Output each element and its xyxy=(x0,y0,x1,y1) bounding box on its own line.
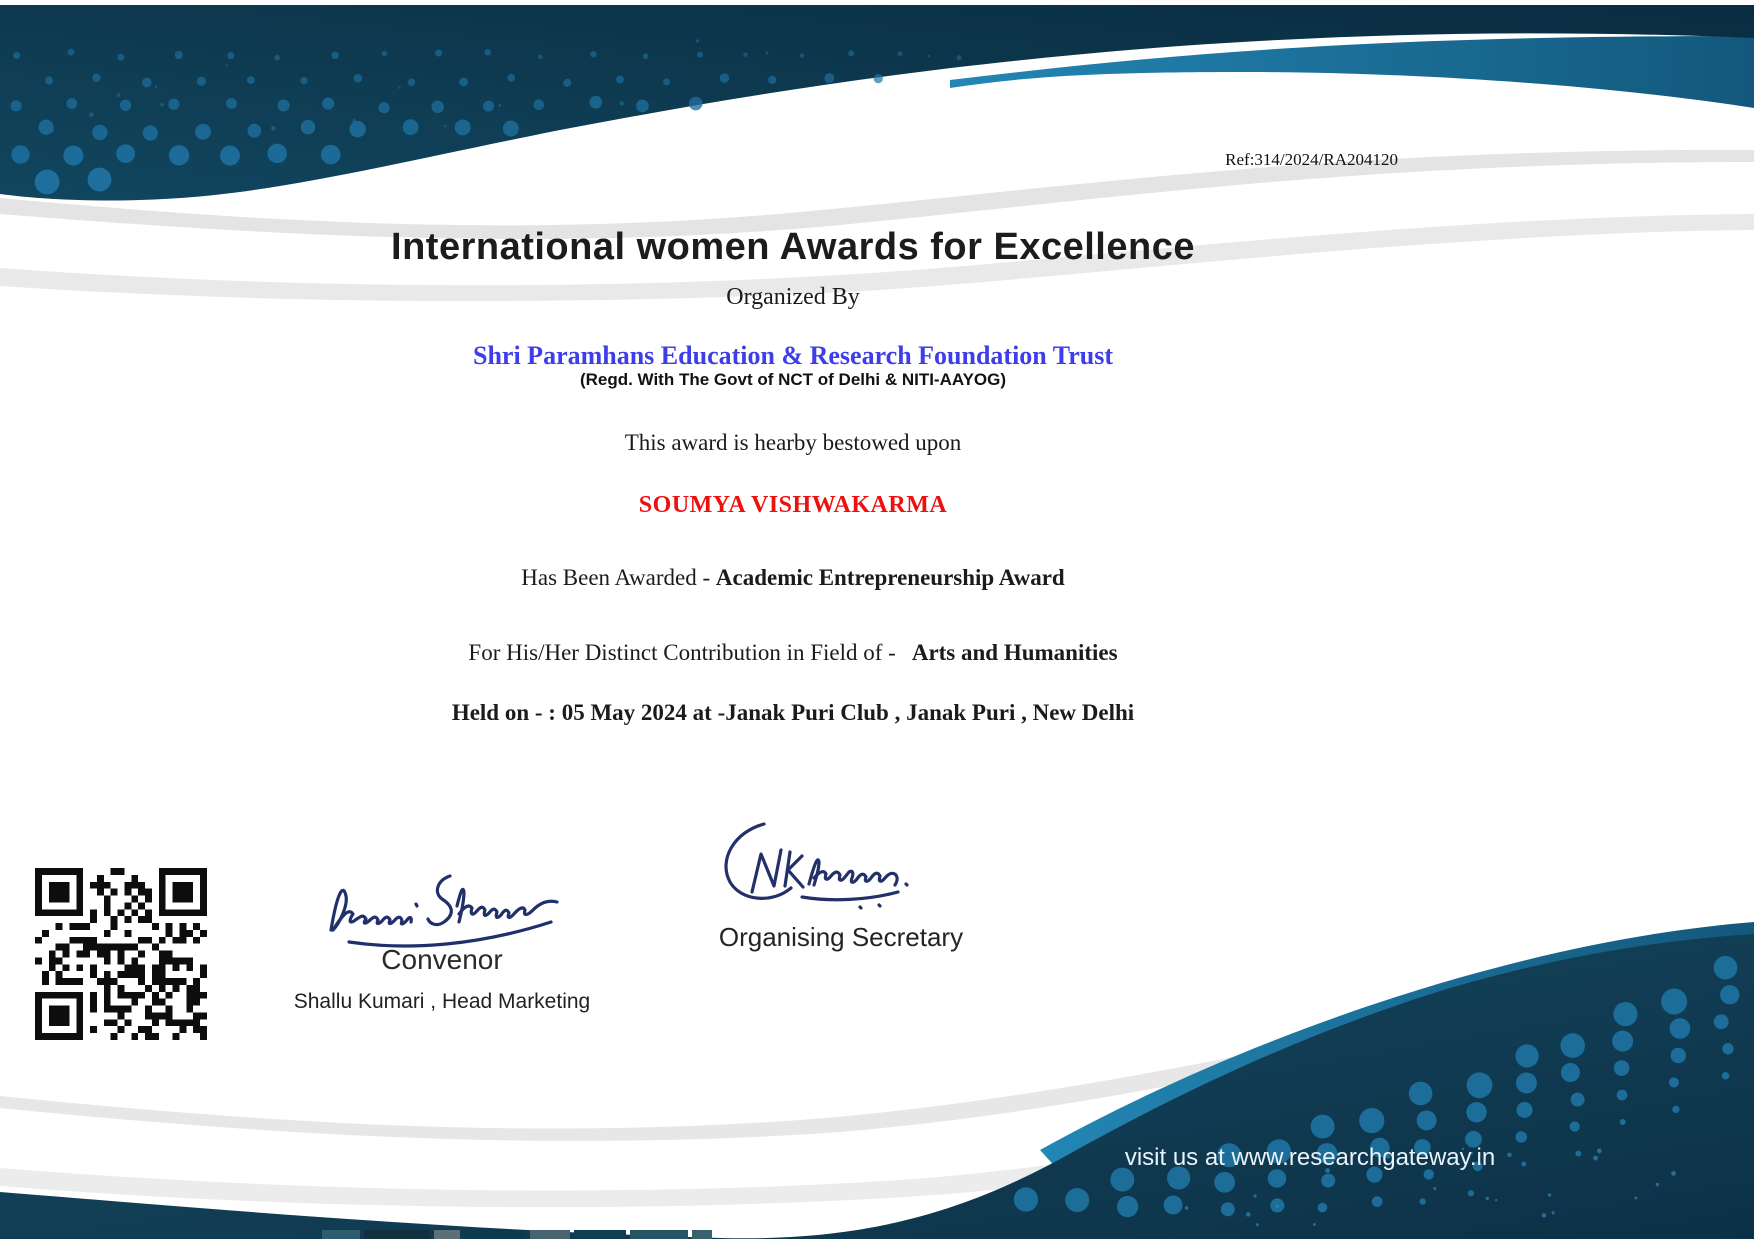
bestowed-line: This award is hearby bestowed upon xyxy=(0,430,1586,456)
visit-us-link[interactable]: visit us at www.researchgateway.in xyxy=(1040,1144,1580,1172)
organization-name: Shri Paramhans Education & Research Foun… xyxy=(0,341,1586,371)
registration-line: (Regd. With The Govt of NCT of Delhi & N… xyxy=(0,370,1586,390)
award-line: Has Been Awarded - Academic Entrepreneur… xyxy=(0,565,1586,591)
award-name: Academic Entrepreneurship Award xyxy=(716,565,1065,590)
reference-number: Ref:314/2024/RA204120 xyxy=(1225,150,1398,170)
field-name: Arts and Humanities xyxy=(912,640,1118,665)
secretary-signature-image xyxy=(708,812,948,912)
qr-code xyxy=(35,868,207,1040)
field-line: For His/Her Distinct Contribution in Fie… xyxy=(0,640,1586,666)
award-line-prefix: Has Been Awarded - xyxy=(521,565,716,590)
recipient-name: SOUMYA VISHWAKARMA xyxy=(0,492,1586,519)
certificate: Ref:314/2024/RA204120 International wome… xyxy=(0,0,1754,1239)
field-line-prefix: For His/Her Distinct Contribution in Fie… xyxy=(468,640,895,665)
wave-decoration-background xyxy=(0,0,1754,1239)
convenor-name-line: Shallu Kumari , Head Marketing xyxy=(242,990,642,1014)
secretary-role-label: Organising Secretary xyxy=(691,922,991,953)
bottom-edge-fragments xyxy=(322,1230,712,1239)
convenor-signature-image xyxy=(315,848,595,953)
organized-by-label: Organized By xyxy=(0,284,1586,311)
convenor-role-label: Convenor xyxy=(292,944,592,976)
certificate-title: International women Awards for Excellenc… xyxy=(0,226,1586,269)
held-on-line: Held on - : 05 May 2024 at -Janak Puri C… xyxy=(0,700,1586,726)
